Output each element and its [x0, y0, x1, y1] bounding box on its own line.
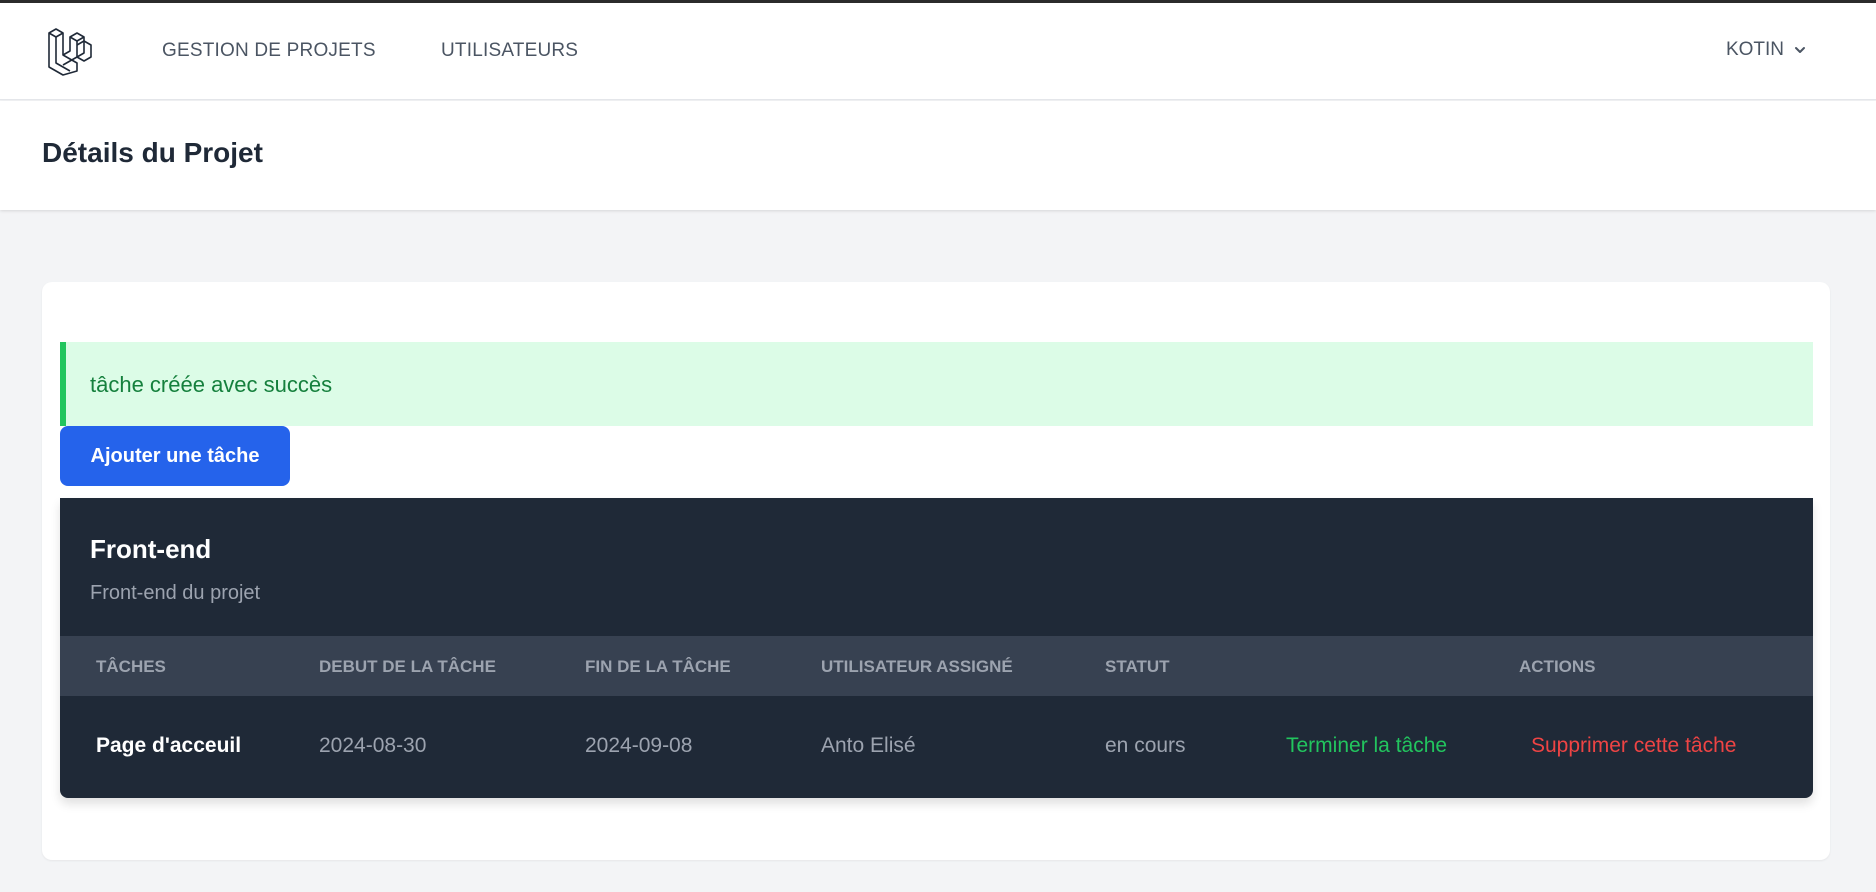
chevron-down-icon	[1795, 47, 1805, 53]
column-header-end: FIN DE LA TÂCHE	[585, 657, 731, 676]
project-panel: Front-end Front-end du projet TÂCHES DEB…	[60, 498, 1813, 798]
tasks-table-header: TÂCHES DEBUT DE LA TÂCHE FIN DE LA TÂCHE…	[60, 636, 1813, 696]
nav-link-projects[interactable]: GESTION DE PROJETS	[162, 40, 376, 62]
project-card: tâche créée avec succès Ajouter une tâch…	[42, 282, 1830, 860]
success-alert: tâche créée avec succès	[60, 342, 1813, 426]
task-status: en cours	[1105, 734, 1186, 757]
finish-task-link[interactable]: Terminer la tâche	[1286, 734, 1447, 758]
task-end-date: 2024-09-08	[585, 734, 693, 757]
top-navigation: GESTION DE PROJETS UTILISATEURS KOTIN	[0, 3, 1876, 100]
column-header-status: STATUT	[1105, 657, 1170, 676]
page-header: Détails du Projet	[0, 101, 1876, 210]
success-alert-message: tâche créée avec succès	[90, 372, 333, 397]
add-task-button[interactable]: Ajouter une tâche	[60, 426, 290, 486]
user-name: KOTIN	[1725, 39, 1784, 60]
project-description: Front-end du projet	[90, 582, 261, 604]
nav-link-users[interactable]: UTILISATEURS	[441, 40, 578, 62]
column-header-actions: ACTIONS	[1519, 657, 1596, 676]
table-row: Page d'acceuil 2024-08-30 2024-09-08 Ant…	[60, 696, 1813, 798]
task-name: Page d'acceuil	[96, 734, 242, 757]
page-title: Détails du Projet	[42, 137, 263, 168]
task-start-date: 2024-08-30	[319, 734, 427, 757]
user-dropdown[interactable]: KOTIN	[1726, 39, 1808, 61]
column-header-start: DEBUT DE LA TÂCHE	[319, 657, 496, 676]
column-header-tasks: TÂCHES	[96, 657, 166, 676]
delete-task-link[interactable]: Supprimer cette tâche	[1531, 734, 1736, 758]
column-header-assignee: UTILISATEUR ASSIGNÉ	[821, 657, 1013, 676]
project-name: Front-end	[90, 534, 212, 564]
laravel-logo-icon[interactable]	[46, 27, 96, 77]
task-assignee: Anto Elisé	[821, 734, 916, 757]
